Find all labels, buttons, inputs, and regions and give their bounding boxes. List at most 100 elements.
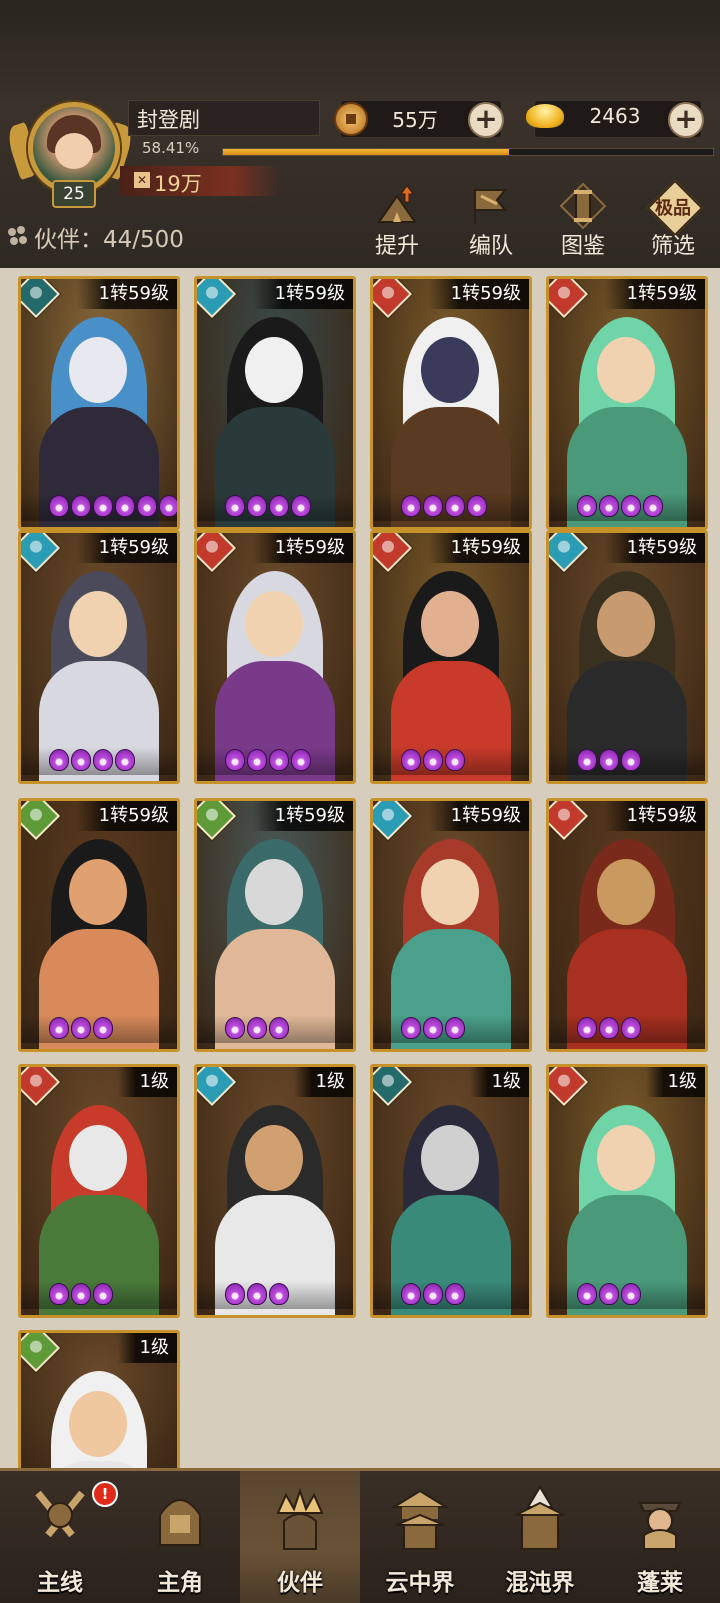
partner-level: 1级 [117, 1067, 177, 1097]
purple-flame-star-icon [115, 495, 135, 517]
partner-level: 1转59级 [428, 279, 529, 309]
partner-count: 伙伴：44/500 [34, 227, 184, 253]
purple-flame-star-icon [49, 1283, 69, 1305]
purple-flame-star-icon [71, 749, 91, 771]
nav-tab[interactable]: 云中界 [360, 1471, 480, 1603]
partner-card[interactable]: 1转59级 [18, 530, 180, 784]
add-copper-button[interactable]: + [468, 102, 504, 138]
star-row [373, 1281, 529, 1309]
partner-card[interactable]: 1级 [370, 1064, 532, 1318]
upgrade-label: 提升 [374, 234, 419, 259]
formation-label: 编队 [468, 234, 513, 259]
portrait-head [245, 337, 303, 403]
star-row [549, 1281, 705, 1309]
filter-badge: 极品 [655, 198, 691, 219]
upgrade-button[interactable]: 提升 [362, 180, 432, 259]
partner-card[interactable]: 1转59级 [546, 530, 708, 784]
partner-card[interactable]: 1级 [18, 1330, 180, 1468]
star-row [21, 493, 177, 521]
purple-flame-star-icon [269, 495, 289, 517]
player-avatar-button[interactable]: 25 [4, 96, 136, 208]
partner-card[interactable]: 1转59级 [370, 276, 532, 530]
formation-button[interactable]: 编队 [456, 180, 526, 259]
purple-flame-star-icon [599, 749, 619, 771]
partner-level: 1转59级 [76, 533, 177, 563]
partner-card[interactable]: 1转59级 [194, 276, 356, 530]
partner-card[interactable]: 1转59级 [194, 798, 356, 1052]
purple-flame-star-icon [93, 1283, 113, 1305]
purple-flame-star-icon [115, 749, 135, 771]
combat-power-value: 19万 [154, 172, 202, 196]
partner-card[interactable]: 1转59级 [370, 798, 532, 1052]
purple-flame-star-icon [577, 1017, 597, 1039]
exp-bar [222, 148, 714, 156]
purple-flame-star-icon [247, 1283, 267, 1305]
purple-flame-star-icon [401, 495, 421, 517]
player-level-badge: 25 [52, 180, 96, 208]
portrait-head [69, 1391, 127, 1457]
portrait-head [69, 1125, 127, 1191]
partner-level: 1转59级 [428, 801, 529, 831]
gold-value: 2463 [589, 104, 641, 128]
star-row [549, 1015, 705, 1043]
nav-tab-label: 主角 [157, 1570, 203, 1596]
purple-flame-star-icon [49, 495, 69, 517]
portrait-head [421, 859, 479, 925]
partner-card[interactable]: 1级 [546, 1064, 708, 1318]
partner-card[interactable]: 1转59级 [546, 276, 708, 530]
partner-level: 1转59级 [604, 533, 705, 563]
exp-bar-fill [223, 149, 510, 155]
star-row [197, 1015, 353, 1043]
gold-ingot-icon [526, 104, 564, 128]
portrait-head [597, 859, 655, 925]
star-row [197, 1281, 353, 1309]
partner-card[interactable]: 1转59级 [546, 798, 708, 1052]
nav-tab[interactable]: 蓬莱 [600, 1471, 720, 1603]
chaos-temple-icon [515, 1485, 565, 1550]
purple-flame-star-icon [445, 749, 465, 771]
partner-card[interactable]: 1级 [194, 1064, 356, 1318]
immortal-icon [638, 1502, 682, 1550]
partner-card[interactable]: 1转59级 [194, 530, 356, 784]
codex-button[interactable]: 图鉴 [548, 180, 618, 259]
partner-card[interactable]: 1级 [18, 1064, 180, 1318]
partner-card[interactable]: 1转59级 [18, 798, 180, 1052]
filter-button[interactable]: 极品 筛选 [638, 179, 708, 259]
portrait-head [69, 337, 127, 403]
player-name-box: 封登剧 [128, 100, 320, 136]
portrait-head [69, 591, 127, 657]
purple-flame-star-icon [577, 749, 597, 771]
star-row [197, 493, 353, 521]
purple-flame-star-icon [401, 1283, 421, 1305]
nav-tab-label: 混沌界 [505, 1570, 575, 1596]
purple-flame-star-icon [225, 495, 245, 517]
nav-tab[interactable]: 主线! [0, 1471, 120, 1603]
nav-tab[interactable]: 伙伴 [240, 1471, 360, 1603]
bottom-nav: 主线! 主角 伙伴 云中界 混沌界 蓬莱 [0, 1468, 720, 1603]
nav-tab[interactable]: 混沌界 [480, 1471, 600, 1603]
formation-icon [474, 189, 508, 224]
portrait-head [245, 1125, 303, 1191]
add-gold-button[interactable]: + [668, 102, 704, 138]
crossed-swords-icon [35, 1490, 85, 1538]
purple-flame-star-icon [247, 1017, 267, 1039]
partner-level: 1转59级 [604, 801, 705, 831]
avatar-face [55, 133, 93, 169]
purple-flame-star-icon [423, 1283, 443, 1305]
copper-resource: 55万 + [334, 100, 510, 138]
pagoda-icon [392, 1489, 448, 1550]
purple-flame-star-icon [247, 749, 267, 771]
portrait-head [421, 337, 479, 403]
star-row [549, 493, 705, 521]
copper-coin-icon [334, 102, 368, 136]
purple-flame-star-icon [269, 749, 289, 771]
partner-card[interactable]: 1转59级 [18, 276, 180, 530]
star-row [373, 1015, 529, 1043]
purple-flame-star-icon [93, 1017, 113, 1039]
partner-card[interactable]: 1转59级 [370, 530, 532, 784]
purple-flame-star-icon [577, 495, 597, 517]
nav-tab-label: 云中界 [385, 1570, 455, 1596]
purple-flame-star-icon [401, 1017, 421, 1039]
player-name: 封登剧 [137, 108, 200, 132]
nav-tab[interactable]: 主角 [120, 1471, 240, 1603]
